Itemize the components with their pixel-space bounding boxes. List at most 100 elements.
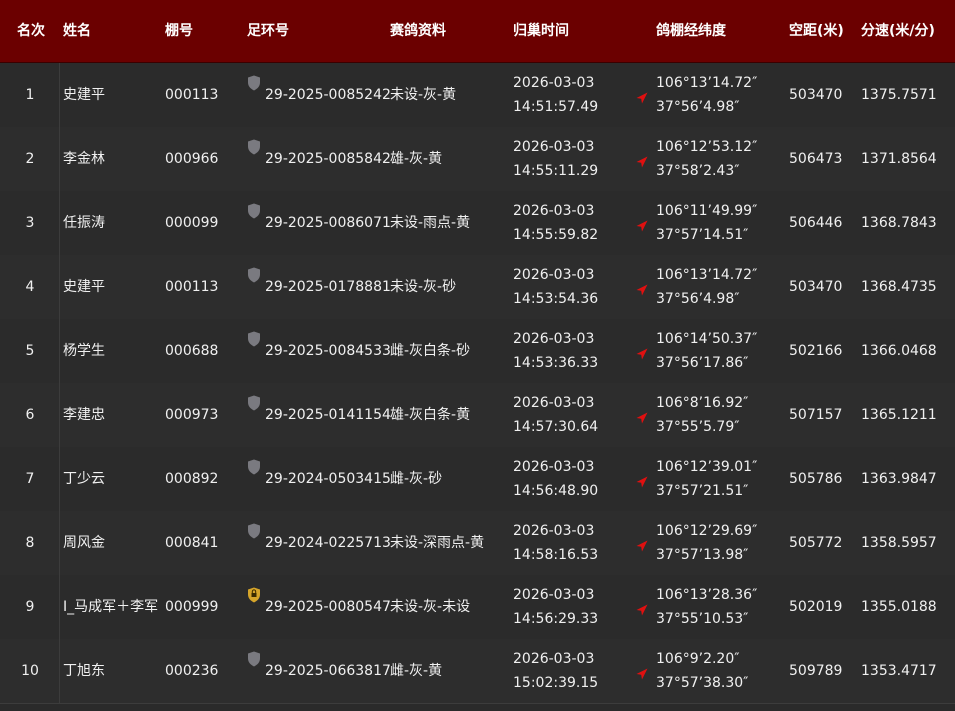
table-row[interactable]: 8 周风金 000841 29-2024-0225713 未设-深雨点-黄 2026-03…: [0, 511, 955, 576]
table-row[interactable]: 7 丁少云 000892 29-2024-0503415 雌-灰-砂 2026-03-03…: [0, 447, 955, 512]
table-row[interactable]: 9 I_马成军＋李军 000999 29-2025-0080547 未设-灰-未设 202…: [0, 575, 955, 640]
ring-cell[interactable]: 29-2025-0085242: [247, 63, 391, 127]
shield-gray-icon: [247, 247, 261, 311]
header-info[interactable]: 赛鸽资料: [390, 0, 446, 62]
name-cell[interactable]: 史建平: [63, 255, 105, 319]
ring-cell[interactable]: 29-2025-0086071: [247, 191, 391, 255]
location-arrow-icon[interactable]: [636, 281, 648, 296]
rank-cell: 7: [25, 471, 35, 487]
speed-cell: 1365.1211: [861, 407, 937, 423]
longitude: 106°13’28.36″: [656, 587, 758, 603]
race-results-table: 名次 姓名 棚号 足环号 赛鸽资料 归巢时间 鸽棚经纬度 空距(米) 分速(米/…: [0, 0, 955, 711]
distance-cell: 505786: [789, 471, 843, 487]
name-cell[interactable]: 史建平: [63, 63, 105, 127]
name-cell[interactable]: 丁旭东: [63, 639, 105, 703]
shield-gray-icon: [247, 119, 261, 183]
rank-cell: 10: [21, 663, 39, 679]
location-arrow-icon[interactable]: [636, 345, 648, 360]
name-cell[interactable]: 杨学生: [63, 319, 105, 383]
loft-cell: 000966: [165, 151, 219, 167]
ring-cell[interactable]: 29-2025-0084533: [247, 319, 391, 383]
distance-cell: 503470: [789, 279, 843, 295]
table-row[interactable]: 10 丁旭东 000236 29-2025-0663817 雌-灰-黄 2026-03-0…: [0, 639, 955, 704]
header-loft[interactable]: 棚号: [165, 0, 193, 62]
name-cell[interactable]: 丁少云: [63, 447, 105, 511]
distance-cell: 506446: [789, 215, 843, 231]
coord-cell: 106°11’49.99″ 37°57’14.51″: [656, 191, 757, 255]
ring-number: 29-2024-0503415: [265, 471, 391, 487]
ring-cell[interactable]: 29-2025-0178881: [247, 255, 391, 319]
header-distance[interactable]: 空距(米): [789, 0, 844, 62]
distance-cell: 507157: [789, 407, 843, 423]
speed-cell: 1363.9847: [861, 471, 937, 487]
latitude: 37°56’4.98″: [656, 99, 740, 115]
ring-number: 29-2025-0085242: [265, 87, 391, 103]
coord-cell: 106°8’16.92″ 37°55’5.79″: [656, 383, 748, 447]
shield-gray-icon: [247, 439, 261, 503]
loft-cell: 000973: [165, 407, 219, 423]
location-arrow-icon[interactable]: [636, 665, 648, 680]
header-rank[interactable]: 名次: [17, 0, 45, 62]
info-cell: 未设-灰-黄: [390, 87, 457, 103]
loft-cell: 000892: [165, 471, 219, 487]
info-cell: 雄-灰白条-黄: [390, 407, 471, 423]
loft-cell: 000236: [165, 663, 219, 679]
loft-cell: 000688: [165, 343, 219, 359]
arrival-cell: 2026-03-03 14:53:54.36: [513, 255, 598, 319]
location-arrow-icon[interactable]: [636, 89, 648, 104]
shield-gray-icon: [247, 55, 261, 119]
speed-cell: 1366.0468: [861, 343, 937, 359]
table-row[interactable]: 3 任振涛 000099 29-2025-0086071 未设-雨点-黄 2026-03-…: [0, 191, 955, 256]
arrival-cell: 2026-03-03 14:56:48.90: [513, 447, 598, 511]
ring-cell[interactable]: 29-2024-0503415: [247, 447, 391, 511]
ring-number: 29-2025-0663817: [265, 663, 391, 679]
location-arrow-icon[interactable]: [636, 473, 648, 488]
longitude: 106°13’14.72″: [656, 267, 758, 283]
table-row[interactable]: 1 史建平 000113 29-2025-0085242 未设-灰-黄 2026-03-0…: [0, 63, 955, 128]
table-row[interactable]: 6 李建忠 000973 29-2025-0141154 雄-灰白条-黄 2026-03-…: [0, 383, 955, 448]
longitude: 106°13’14.72″: [656, 75, 758, 91]
name-cell[interactable]: I_马成军＋李军: [63, 575, 158, 639]
longitude: 106°12’39.01″: [656, 459, 758, 475]
latitude: 37°56’17.86″: [656, 355, 749, 371]
ring-cell[interactable]: 29-2024-0225713: [247, 511, 391, 575]
speed-cell: 1375.7571: [861, 87, 937, 103]
arrival-time: 14:56:48.90: [513, 483, 599, 499]
arrival-cell: 2026-03-03 14:58:16.53: [513, 511, 598, 575]
table-row[interactable]: 4 史建平 000113 29-2025-0178881 未设-灰-砂 2026-03-0…: [0, 255, 955, 320]
name-cell[interactable]: 李建忠: [63, 383, 105, 447]
arrival-cell: 2026-03-03 14:57:30.64: [513, 383, 598, 447]
name-cell[interactable]: 李金林: [63, 127, 105, 191]
header-coord[interactable]: 鸽棚经纬度: [656, 0, 726, 62]
header-speed[interactable]: 分速(米/分): [861, 0, 935, 62]
table-row[interactable]: 2 李金林 000966 29-2025-0085842 雄-灰-黄 2026-03-03…: [0, 127, 955, 192]
ring-cell[interactable]: 29-2025-0141154: [247, 383, 391, 447]
location-arrow-icon[interactable]: [636, 601, 648, 616]
location-arrow-icon[interactable]: [636, 153, 648, 168]
table-row[interactable]: 5 杨学生 000688 29-2025-0084533 雌-灰白条-砂 2026-03-…: [0, 319, 955, 384]
coord-cell: 106°12’53.12″ 37°58’2.43″: [656, 127, 757, 191]
longitude: 106°12’53.12″: [656, 139, 758, 155]
info-cell: 雌-灰-黄: [390, 663, 443, 679]
location-arrow-icon[interactable]: [636, 537, 648, 552]
header-name[interactable]: 姓名: [63, 0, 91, 62]
location-arrow-icon[interactable]: [636, 217, 648, 232]
name-cell[interactable]: 周风金: [63, 511, 105, 575]
coord-cell: 106°13’28.36″ 37°55’10.53″: [656, 575, 757, 639]
distance-cell: 503470: [789, 87, 843, 103]
speed-cell: 1368.7843: [861, 215, 937, 231]
latitude: 37°57’14.51″: [656, 227, 749, 243]
arrival-cell: 2026-03-03 15:02:39.15: [513, 639, 598, 703]
ring-cell[interactable]: 29-2025-0080547: [247, 575, 391, 639]
ring-cell[interactable]: 29-2025-0663817: [247, 639, 391, 703]
latitude: 37°58’2.43″: [656, 163, 740, 179]
location-arrow-icon[interactable]: [636, 409, 648, 424]
latitude: 37°55’10.53″: [656, 611, 749, 627]
name-cell[interactable]: 任振涛: [63, 191, 105, 255]
ring-cell[interactable]: 29-2025-0085842: [247, 127, 391, 191]
arrival-time: 14:56:29.33: [513, 611, 599, 627]
arrival-date: 2026-03-03: [513, 523, 595, 539]
arrival-time: 14:57:30.64: [513, 419, 599, 435]
header-ring[interactable]: 足环号: [247, 0, 289, 62]
header-arrival[interactable]: 归巢时间: [513, 0, 569, 62]
